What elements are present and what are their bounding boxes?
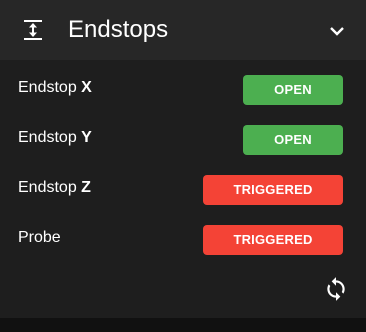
endstop-y-status: OPEN xyxy=(243,125,343,155)
panel-header[interactable]: Endstops xyxy=(0,0,366,60)
endstop-x-label: Endstop X xyxy=(18,79,92,96)
endstop-z-label: Endstop Z xyxy=(18,179,91,196)
probe-label: Probe xyxy=(18,229,61,246)
refresh-icon[interactable] xyxy=(323,276,349,302)
endstop-z-status: TRIGGERED xyxy=(203,175,343,205)
endstop-y-label: Endstop Y xyxy=(18,129,92,146)
endstops-panel: Endstops Endstop X OPEN Endstop Y OPEN E… xyxy=(0,0,366,318)
panel-title: Endstops xyxy=(68,16,169,43)
endstop-x-status: OPEN xyxy=(243,75,343,105)
vertical-align-icon xyxy=(24,20,42,40)
chevron-down-icon[interactable] xyxy=(327,21,347,41)
probe-status: TRIGGERED xyxy=(203,225,343,255)
